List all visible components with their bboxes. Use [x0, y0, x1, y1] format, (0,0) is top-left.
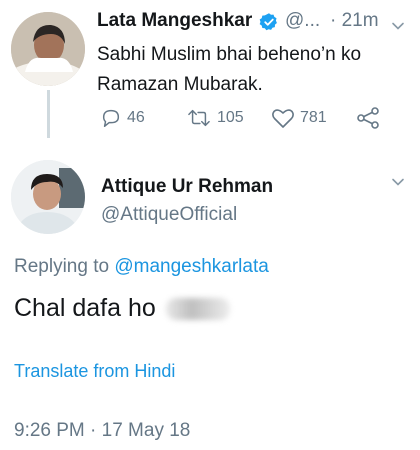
thread-connector-line [47, 90, 50, 138]
avatar[interactable] [11, 160, 85, 234]
translate-link[interactable]: Translate from Hindi [14, 361, 175, 382]
heart-icon [272, 109, 294, 128]
reply-timestamp[interactable]: 9:26 PM · 17 May 18 [14, 420, 190, 442]
share-icon [357, 107, 379, 129]
chevron-down-icon[interactable] [390, 18, 406, 34]
reply-count: 46 [127, 109, 145, 126]
replying-to-label: Replying to [14, 256, 115, 277]
avatar[interactable] [11, 12, 85, 86]
tweet-time[interactable]: · 21m [330, 10, 379, 32]
retweet-count: 105 [217, 109, 244, 126]
avatar-image [11, 160, 85, 234]
tweet-author-name[interactable]: Lata Mangeshkar [97, 10, 252, 32]
tweet-text: Sabhi Muslim bhai beheno’n ko Ramazan Mu… [97, 44, 362, 95]
like-button[interactable]: 781 [271, 106, 327, 130]
share-button[interactable] [356, 106, 380, 130]
blurred-word-censor [165, 297, 230, 320]
avatar-image [11, 12, 85, 86]
retweet-icon [188, 109, 210, 127]
tweet-author-handle[interactable]: @... [285, 10, 320, 32]
replying-to: Replying to @mangeshkarlata [14, 256, 269, 278]
like-count: 781 [300, 109, 327, 126]
reply-text: Chal dafa ho [14, 294, 230, 323]
reply-author-name[interactable]: Attique Ur Rehman [101, 176, 273, 198]
verified-badge-icon [259, 13, 277, 31]
reply-icon [102, 109, 120, 127]
reply-button[interactable]: 46 [100, 106, 145, 130]
reply-text-content: Chal dafa ho [14, 294, 156, 322]
chevron-down-icon[interactable] [390, 174, 406, 190]
reply-author-handle[interactable]: @AttiqueOfficial [101, 204, 237, 226]
retweet-button[interactable]: 105 [186, 106, 244, 130]
replying-to-mention[interactable]: @mangeshkarlata [114, 256, 268, 277]
